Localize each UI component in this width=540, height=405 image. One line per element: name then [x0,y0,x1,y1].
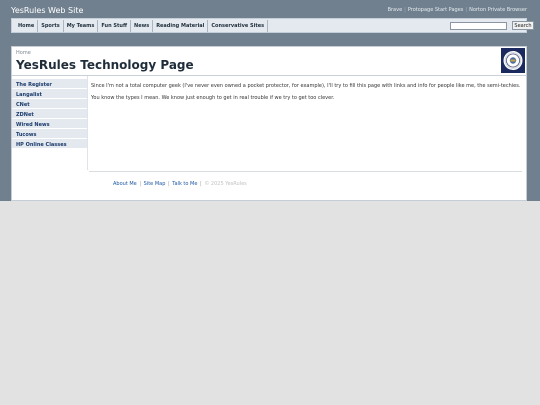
nav-item-news[interactable]: News [131,20,154,32]
site-title: YesRules Web Site [11,6,84,15]
sidebar-item-langalist[interactable]: Langalist [12,89,87,99]
search-input[interactable] [450,22,507,30]
sidebar-item-cnet[interactable]: CNet [12,99,87,109]
footer-link-site-map[interactable]: Site Map [144,181,166,187]
top-link-norton[interactable]: Norton Private Browser [469,7,527,13]
sidebar-item-the-register[interactable]: The Register [12,79,87,89]
separator: | [465,7,468,13]
top-link-protopage[interactable]: Protopage Start Pages [408,7,464,13]
nav-item-my-teams[interactable]: My Teams [64,20,99,32]
nav-item-sports[interactable]: Sports [38,20,64,32]
header-band: YesRules Web Site Brave | Protopage Start … [0,0,540,201]
page-title: YesRules Technology Page [16,58,194,72]
nav-item-home[interactable]: Home [15,20,39,32]
footer-link-talk-to-me[interactable]: Talk to Me [172,181,197,187]
sidebar-item-wired-news[interactable]: Wired News [12,119,87,129]
top-link-brave[interactable]: Brave [388,7,403,13]
copyright: © 2025 YesRules [204,181,247,187]
second-paragraph: You know the types I mean. We know just … [91,94,335,101]
nav-items: Home Sports My Teams Fun Stuff News Read… [15,20,269,32]
nav-item-conservative-sites[interactable]: Conservative Sites [208,20,269,32]
nav-bar: Home Sports My Teams Fun Stuff News Read… [11,18,534,33]
sidebar: The Register Langalist CNet ZDNet Wired … [12,79,87,149]
footer-link-about-me[interactable]: About Me [113,181,137,187]
footer-divider [89,171,522,172]
title-divider [12,75,526,76]
separator: | [137,181,143,187]
main-content: Since I'm not a total computer geek (I'v… [91,83,521,106]
breadcrumb[interactable]: Home [16,50,31,56]
intro-paragraph: Since I'm not a total computer geek (I'v… [91,83,521,89]
nav-item-reading-material[interactable]: Reading Material [153,20,209,32]
sidebar-item-tucows[interactable]: Tucows [12,129,87,139]
separator: | [166,181,172,187]
sidebar-item-hp-online-classes[interactable]: HP Online Classes [12,139,87,149]
content-panel: Home YesRules Technology Page The Regist… [11,46,527,201]
separator: | [404,7,406,13]
top-links: Brave | Protopage Start Pages | Norton Priva… [388,7,527,13]
footer: About Me | Site Map | Talk to Me | © 202… [113,181,247,187]
nav-item-fun-stuff[interactable]: Fun Stuff [98,20,132,32]
sidebar-divider [87,76,88,170]
seal-logo-icon [501,48,525,73]
separator: | [198,181,204,187]
search-button[interactable]: Search [512,21,534,30]
sidebar-item-zdnet[interactable]: ZDNet [12,109,87,119]
